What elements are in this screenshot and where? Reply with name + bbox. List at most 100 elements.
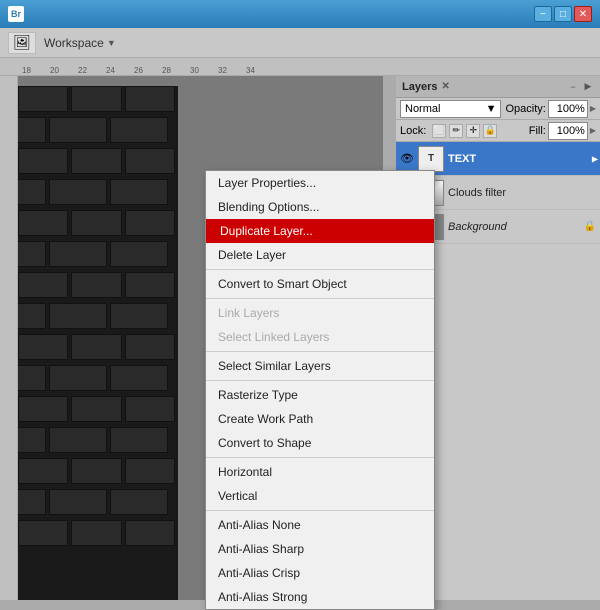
menu-item-antialias-crisp[interactable]: Anti-Alias Crisp [206,561,434,585]
title-bar-left: Br [8,6,30,22]
brick [49,117,107,143]
menu-item-antialias-strong[interactable]: Anti-Alias Strong [206,585,434,609]
menu-item-create-work-path[interactable]: Create Work Path [206,407,434,431]
brick-row [18,427,178,455]
ruler-mark: 30 [190,67,199,75]
toolbar: 🖼 Workspace ▼ [0,28,600,58]
menu-item-select-linked: Select Linked Layers [206,325,434,349]
fill-row: Fill: 100% ▶ [529,122,596,140]
brick [125,148,175,174]
layers-tab-label: Layers [402,81,437,93]
brick [18,179,46,205]
brick [71,86,121,112]
lock-row: Lock: ⬜ ✏ ✛ 🔒 Fill: 100% ▶ [396,120,600,142]
menu-separator [206,457,434,458]
maximize-button[interactable]: □ [554,6,572,22]
menu-item-horizontal[interactable]: Horizontal [206,460,434,484]
brick [18,334,68,360]
menu-item-duplicate-layer[interactable]: Duplicate Layer... [206,219,434,243]
lock-pixels-button[interactable]: ⬜ [432,124,446,138]
minimize-button[interactable]: − [534,6,552,22]
ruler-mark: 26 [134,67,143,75]
menu-item-rasterize-type[interactable]: Rasterize Type [206,383,434,407]
menu-item-blending-options[interactable]: Blending Options... [206,195,434,219]
ruler-mark: 20 [50,67,59,75]
ruler-mark: 32 [218,67,227,75]
context-menu: Layer Properties... Blending Options... … [205,170,435,610]
blend-mode-arrow-icon: ▼ [486,103,497,115]
layers-tab-close[interactable]: ✕ [441,81,449,92]
menu-item-vertical[interactable]: Vertical [206,484,434,508]
brick [71,458,121,484]
title-bar: Br − □ ✕ [0,0,600,28]
blend-mode-row: Normal ▼ Opacity: 100% ▶ [396,98,600,120]
opacity-row: Opacity: 100% ▶ [505,100,596,118]
brick [110,117,168,143]
menu-item-convert-shape[interactable]: Convert to Shape [206,431,434,455]
layer-name: Clouds filter [448,187,596,199]
lock-move-button[interactable]: ✛ [466,124,480,138]
workspace-button[interactable]: Workspace ▼ [44,36,116,50]
brick [18,520,68,546]
menu-item-layer-properties[interactable]: Layer Properties... [206,171,434,195]
ruler-mark: 24 [106,67,115,75]
ruler-left [0,76,18,600]
menu-item-select-similar[interactable]: Select Similar Layers [206,354,434,378]
opacity-input[interactable]: 100% [548,100,588,118]
lock-all-button[interactable]: 🔒 [483,124,497,138]
close-button[interactable]: ✕ [574,6,592,22]
menu-item-convert-smart[interactable]: Convert to Smart Object [206,272,434,296]
ruler-top: 18 20 22 24 26 28 30 32 34 [0,58,600,76]
brick-row [18,520,178,548]
menu-item-antialias-none[interactable]: Anti-Alias None [206,513,434,537]
panel-expand-button[interactable]: ▶ [582,81,594,93]
brick [18,427,46,453]
brick-row [18,148,178,176]
brick-row [18,86,178,114]
brick [18,489,46,515]
lock-icons: ⬜ ✏ ✛ 🔒 [432,124,497,138]
brick-row [18,334,178,362]
brick [18,117,46,143]
ruler-top-inner: 18 20 22 24 26 28 30 32 34 [0,58,600,75]
brick [125,334,175,360]
brick-row [18,179,178,207]
menu-separator [206,298,434,299]
brick [110,303,168,329]
menu-item-antialias-sharp[interactable]: Anti-Alias Sharp [206,537,434,561]
menu-separator [206,351,434,352]
layers-tab[interactable]: Layers ✕ [402,81,450,93]
ruler-mark: 22 [78,67,87,75]
brick [125,210,175,236]
panel-collapse-button[interactable]: − [567,81,579,93]
brick [110,427,168,453]
brick [125,86,175,112]
ruler-mark: 18 [22,67,31,75]
brick [49,241,107,267]
brick [71,148,121,174]
brick [110,179,168,205]
brick [71,272,121,298]
brick [49,179,107,205]
brick [110,489,168,515]
layer-expand-icon: ▶ [592,154,598,163]
layer-visibility-icon[interactable]: 👁 [400,152,414,166]
brick [49,489,107,515]
menu-item-link-layers: Link Layers [206,301,434,325]
menu-item-delete-layer[interactable]: Delete Layer [206,243,434,267]
brick [18,241,46,267]
fill-input[interactable]: 100% [548,122,588,140]
opacity-label: Opacity: [505,103,545,115]
brick [71,334,121,360]
blend-mode-select[interactable]: Normal ▼ [400,100,501,118]
lock-position-button[interactable]: ✏ [449,124,463,138]
workspace-arrow-icon: ▼ [107,38,116,48]
brick [125,396,175,422]
brick-row [18,303,178,331]
app-icon: Br [8,6,24,22]
blend-mode-value: Normal [405,103,440,115]
toolbar-icon: 🖼 [8,32,36,54]
ruler-mark: 28 [162,67,171,75]
brick-row [18,365,178,393]
brick [71,210,121,236]
